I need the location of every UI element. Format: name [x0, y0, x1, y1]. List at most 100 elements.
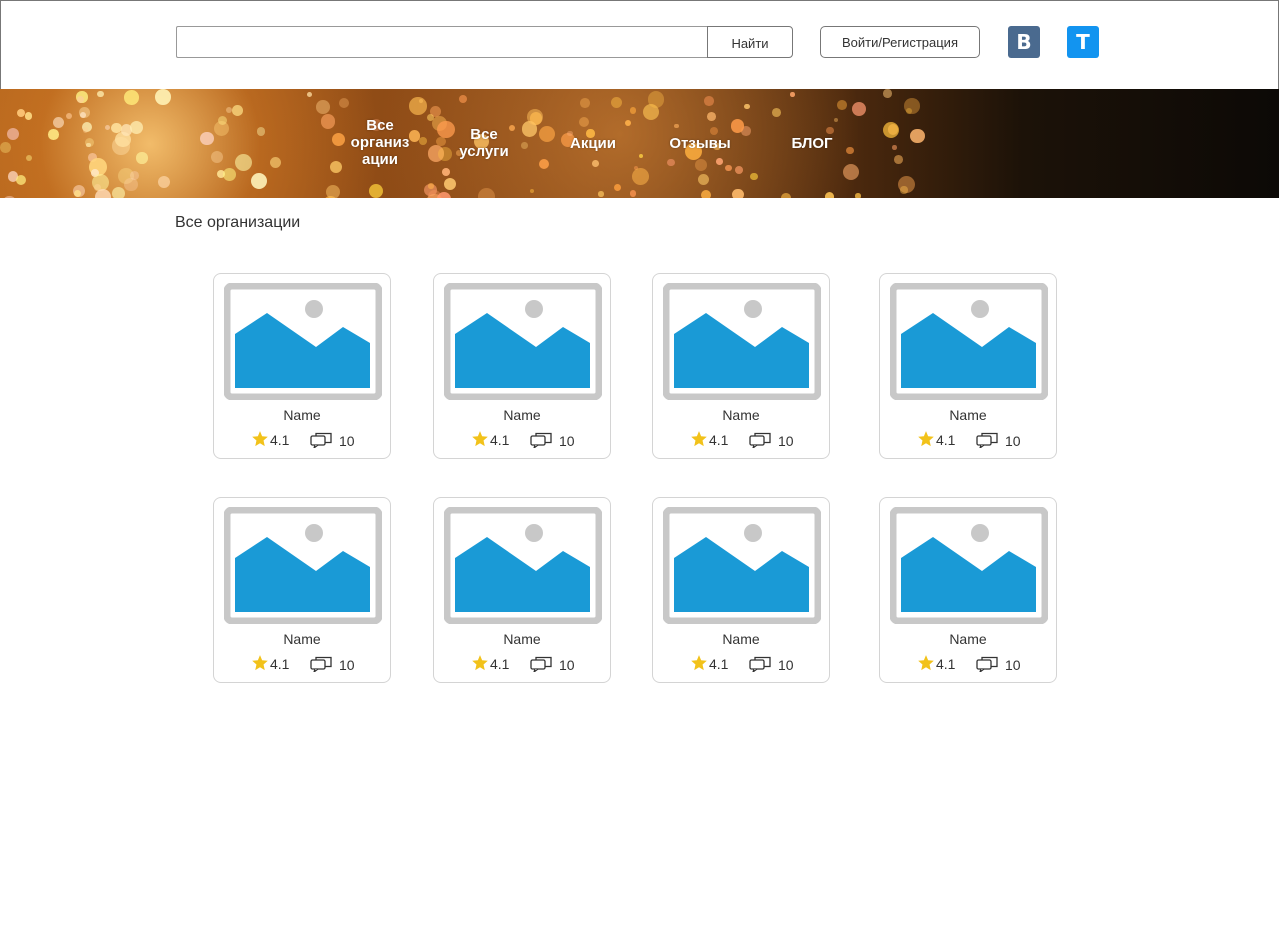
bokeh-light: [86, 142, 91, 148]
bokeh-light: [846, 146, 854, 155]
bokeh-light: [24, 112, 33, 120]
bokeh-light: [118, 168, 135, 185]
bokeh-light: [52, 116, 64, 128]
bokeh-light: [307, 91, 313, 97]
nav-blog[interactable]: БЛОГ: [780, 135, 844, 152]
bokeh-light: [750, 172, 758, 180]
vk-icon[interactable]: B: [1008, 26, 1040, 58]
bokeh-light: [129, 170, 139, 180]
nav-promotions[interactable]: Акции: [558, 135, 628, 152]
page-title: Все организации: [175, 214, 301, 231]
card-stats: 4.1 10: [690, 653, 830, 673]
organization-name: Name: [503, 631, 541, 647]
bokeh-light: [580, 98, 590, 109]
reviews-count: 10: [339, 657, 355, 673]
nav-line: БЛОГ: [791, 135, 833, 152]
bokeh-light: [322, 195, 338, 198]
bokeh-light: [0, 142, 11, 153]
bokeh-light: [115, 131, 131, 148]
bokeh-light: [112, 137, 130, 155]
bokeh-light: [900, 186, 908, 194]
bokeh-light: [883, 89, 892, 98]
bokeh-light: [629, 190, 637, 197]
organization-name: Name: [949, 407, 987, 423]
image-placeholder-icon: [663, 507, 821, 624]
card-stats: 4.1 10: [917, 429, 1057, 449]
card-stats: 4.1 10: [471, 429, 611, 449]
bokeh-light: [632, 167, 649, 185]
star-icon: [252, 431, 268, 447]
rating-value: 4.1: [936, 432, 956, 448]
login-register-button[interactable]: Войти/Регистрация: [820, 26, 980, 58]
organization-card[interactable]: Name 4.1 10: [652, 273, 830, 459]
bokeh-light: [83, 127, 89, 133]
bokeh-light: [218, 115, 228, 126]
bokeh-light: [200, 131, 214, 146]
rating-value: 4.1: [490, 432, 510, 448]
organization-name: Name: [283, 631, 321, 647]
card-stats: 4.1 10: [471, 653, 611, 673]
organization-card[interactable]: Name 4.1 10: [433, 273, 611, 459]
organization-card[interactable]: Name 4.1 10: [213, 497, 391, 683]
organization-name: Name: [722, 407, 760, 423]
top-bar: Найти Войти/Регистрация B T: [0, 0, 1279, 89]
image-placeholder-icon: [663, 283, 821, 400]
organization-card[interactable]: Name 4.1 10: [433, 497, 611, 683]
bokeh-light: [730, 119, 745, 133]
bokeh-light: [338, 98, 349, 109]
bokeh-light: [427, 190, 441, 198]
bokeh-light: [743, 103, 750, 110]
bokeh-light: [910, 129, 925, 144]
organization-card[interactable]: Name 4.1 10: [213, 273, 391, 459]
bokeh-light: [842, 164, 859, 181]
bokeh-light: [426, 194, 443, 198]
bokeh-light: [210, 150, 224, 164]
bokeh-light: [725, 164, 733, 172]
bokeh-light: [15, 174, 26, 185]
organization-card[interactable]: Name 4.1 10: [879, 273, 1057, 459]
reviews-count: 10: [1005, 433, 1021, 449]
bokeh-light: [85, 137, 95, 148]
telegram-icon[interactable]: T: [1067, 26, 1099, 58]
bokeh-light: [66, 113, 73, 120]
search-input[interactable]: [176, 26, 708, 58]
bokeh-light: [459, 94, 468, 103]
nav-reviews[interactable]: Отзывы: [660, 135, 740, 152]
bokeh-light: [82, 122, 93, 133]
bokeh-light: [418, 98, 424, 104]
bokeh-light: [592, 160, 600, 168]
bokeh-light: [269, 156, 282, 169]
comment-icon: [749, 656, 771, 672]
organization-name: Name: [949, 631, 987, 647]
bokeh-light: [824, 192, 835, 198]
bokeh-light: [124, 178, 138, 192]
bokeh-light: [424, 184, 437, 197]
nav-all-services[interactable]: Все услуги: [447, 126, 521, 160]
nav-line: Все услуги: [459, 126, 509, 160]
bokeh-light: [701, 189, 712, 198]
search-button[interactable]: Найти: [707, 26, 793, 58]
rating-value: 4.1: [709, 432, 729, 448]
bokeh-light: [232, 105, 243, 116]
organization-card[interactable]: Name 4.1 10: [879, 497, 1057, 683]
bokeh-light: [223, 167, 237, 181]
bokeh-light: [477, 187, 496, 198]
bokeh-light: [432, 116, 448, 132]
nav-all-organizations[interactable]: Все организ ации: [339, 117, 421, 168]
bokeh-light: [695, 158, 707, 171]
bokeh-light: [251, 172, 268, 189]
bokeh-light: [539, 126, 556, 143]
bokeh-light: [772, 108, 781, 118]
bokeh-light: [80, 111, 86, 118]
bokeh-light: [77, 96, 84, 104]
bokeh-light: [79, 106, 90, 118]
bokeh-light: [89, 158, 107, 177]
bokeh-light: [698, 174, 710, 186]
star-icon: [691, 431, 707, 447]
bokeh-light: [155, 89, 172, 106]
bokeh-light: [826, 126, 834, 135]
reviews-count: 10: [1005, 657, 1021, 673]
organization-card[interactable]: Name 4.1 10: [652, 497, 830, 683]
bokeh-light: [430, 106, 442, 117]
bokeh-light: [888, 124, 899, 135]
